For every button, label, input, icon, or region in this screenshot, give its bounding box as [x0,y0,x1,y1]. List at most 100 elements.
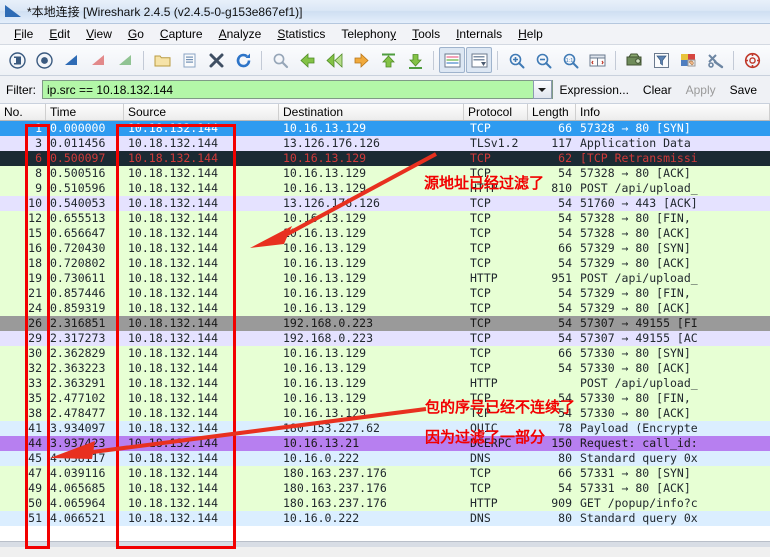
preferences-icon[interactable] [702,47,728,73]
table-row[interactable]: 51 4.066521 10.18.132.144 10.16.0.222 DNS 80 S… [0,511,770,526]
packet-cell-time: 4.038117 [50,451,106,465]
capture-filters-icon[interactable] [621,47,647,73]
go-to-last-packet-icon[interactable] [402,47,428,73]
menu-view[interactable]: View [78,25,120,43]
go-to-first-packet-icon[interactable] [375,47,401,73]
packet-cell-info: POST /api/upload_ [580,376,698,390]
column-header-time[interactable]: Time [46,104,124,120]
table-row[interactable]: 47 4.039116 10.18.132.144 180.163.237.176 TC… [0,466,770,481]
packet-cell-time: 2.478477 [50,406,106,420]
menu-statistics[interactable]: Statistics [269,25,333,43]
auto-scroll-icon[interactable] [466,47,492,73]
open-file-icon[interactable] [149,47,175,73]
column-header-info[interactable]: Info [576,104,770,120]
stop-capture-icon[interactable] [58,47,84,73]
help-contents-icon[interactable] [739,47,765,73]
go-to-packet-icon[interactable] [348,47,374,73]
table-row[interactable]: 18 0.720802 10.18.132.144 10.16.13.129 TCP 54… [0,256,770,271]
packet-cell-no: 15 [28,226,42,240]
filter-input[interactable]: ip.src == 10.18.132.144 [43,83,533,97]
list-interfaces-icon[interactable] [4,47,30,73]
table-row[interactable]: 21 0.857446 10.18.132.144 10.16.13.129 TCP 54… [0,286,770,301]
close-file-icon[interactable] [203,47,229,73]
column-header-source[interactable]: Source [124,104,279,120]
packet-cell-destination: 10.16.0.222 [283,451,360,465]
column-header-destination[interactable]: Destination [279,104,464,120]
table-row[interactable]: 32 2.363223 10.18.132.144 10.16.13.129 TCP 54… [0,361,770,376]
save-filter-button[interactable]: Save [723,83,764,97]
restart-capture-icon[interactable] [85,47,111,73]
clear-filter-button[interactable]: Clear [636,83,679,97]
menu-help[interactable]: Help [510,25,551,43]
column-header-length[interactable]: Length [528,104,576,120]
table-row[interactable]: 45 4.038117 10.18.132.144 10.16.0.222 DNS 80 S… [0,451,770,466]
table-row[interactable]: 16 0.720430 10.18.132.144 10.16.13.129 TCP 66… [0,241,770,256]
table-row[interactable]: 9 0.510596 10.18.132.144 10.16.13.129 HTTP 81… [0,181,770,196]
wireshark-fin-icon [5,5,22,18]
zoom-out-icon[interactable] [530,47,556,73]
packet-cell-time: 2.317273 [50,331,106,345]
packet-cell-no: 38 [28,406,42,420]
table-row[interactable]: 49 4.065685 10.18.132.144 180.163.237.176 TC… [0,481,770,496]
go-forward-icon[interactable] [321,47,347,73]
menu-capture[interactable]: Capture [152,25,211,43]
start-capture-icon[interactable] [31,47,57,73]
table-row[interactable]: 12 0.655513 10.18.132.144 10.16.13.129 TCP 54… [0,211,770,226]
packet-list[interactable]: No. Time Source Destination Protocol Len… [0,104,770,547]
table-row[interactable]: 41 3.934097 10.18.132.144 180.153.227.62 QUI… [0,421,770,436]
capture-options-icon[interactable] [112,47,138,73]
packet-cell-source: 10.18.132.144 [128,151,219,165]
reload-file-icon[interactable] [230,47,256,73]
menu-internals[interactable]: Internals [448,25,510,43]
packet-cell-time: 0.859319 [50,301,106,315]
table-row[interactable]: 15 0.656647 10.18.132.144 10.16.13.129 TCP 54… [0,226,770,241]
coloring-rules-icon[interactable] [675,47,701,73]
menu-analyze[interactable]: Analyze [211,25,270,43]
packet-cell-no: 50 [28,496,42,510]
menu-edit[interactable]: Edit [41,25,78,43]
zoom-reset-icon[interactable]: 1:1 [557,47,583,73]
table-row[interactable]: 10 0.540053 10.18.132.144 13.126.176.126 TCP… [0,196,770,211]
packet-cell-no: 18 [28,256,42,270]
packet-cell-length: 66 [558,241,572,255]
table-row[interactable]: 6 0.500097 10.18.132.144 10.16.13.129 TCP 62 [… [0,151,770,166]
table-row[interactable]: 33 2.363291 10.18.132.144 10.16.13.129 HTTP P… [0,376,770,391]
packet-cell-time: 0.500516 [50,166,106,180]
horizontal-scrollbar[interactable] [0,541,770,547]
packet-list-body[interactable]: 1 0.000000 10.18.132.144 10.16.13.129 TCP 66 5… [0,121,770,526]
filter-input-wrapper[interactable]: ip.src == 10.18.132.144 [42,80,553,99]
table-row[interactable]: 1 0.000000 10.18.132.144 10.16.13.129 TCP 66 5… [0,121,770,136]
packet-cell-destination: 10.16.13.129 [283,361,367,375]
table-row[interactable]: 44 3.937423 10.18.132.144 10.16.13.21 DCERPC… [0,436,770,451]
table-row[interactable]: 19 0.730611 10.18.132.144 10.16.13.129 HTTP 9… [0,271,770,286]
table-row[interactable]: 26 2.316851 10.18.132.144 192.168.0.223 TCP 5… [0,316,770,331]
zoom-in-icon[interactable] [503,47,529,73]
packet-cell-source: 10.18.132.144 [128,316,219,330]
table-row[interactable]: 8 0.500516 10.18.132.144 10.16.13.129 TCP 54 5… [0,166,770,181]
go-back-icon[interactable] [294,47,320,73]
resize-columns-icon[interactable] [584,47,610,73]
colorize-packet-list-icon[interactable] [439,47,465,73]
table-row[interactable]: 24 0.859319 10.18.132.144 10.16.13.129 TCP 54… [0,301,770,316]
table-row[interactable]: 50 4.065964 10.18.132.144 180.163.237.176 HT… [0,496,770,511]
table-row[interactable]: 38 2.478477 10.18.132.144 10.16.13.129 TCP 54… [0,406,770,421]
expression-button[interactable]: Expression... [553,83,636,97]
packet-cell-time: 0.720802 [50,256,106,270]
table-row[interactable]: 30 2.362829 10.18.132.144 10.16.13.129 TCP 66… [0,346,770,361]
menu-telephony[interactable]: Telephony [333,25,404,43]
table-row[interactable]: 35 2.477102 10.18.132.144 10.16.13.129 TCP 54… [0,391,770,406]
column-header-protocol[interactable]: Protocol [464,104,528,120]
table-row[interactable]: 3 0.011456 10.18.132.144 13.126.176.126 TLSv… [0,136,770,151]
menu-go[interactable]: Go [120,25,152,43]
display-filters-icon[interactable] [648,47,674,73]
packet-cell-info: 57328 → 80 [ACK] [580,166,691,180]
menu-file[interactable]: File [6,25,41,43]
column-header-no[interactable]: No. [0,104,46,120]
save-file-icon[interactable] [176,47,202,73]
packet-cell-time: 0.857446 [50,286,106,300]
table-row[interactable]: 29 2.317273 10.18.132.144 192.168.0.223 TCP 5… [0,331,770,346]
apply-filter-button[interactable]: Apply [679,83,723,97]
filter-history-dropdown[interactable] [532,80,552,99]
find-packet-icon[interactable] [267,47,293,73]
menu-tools[interactable]: Tools [404,25,448,43]
